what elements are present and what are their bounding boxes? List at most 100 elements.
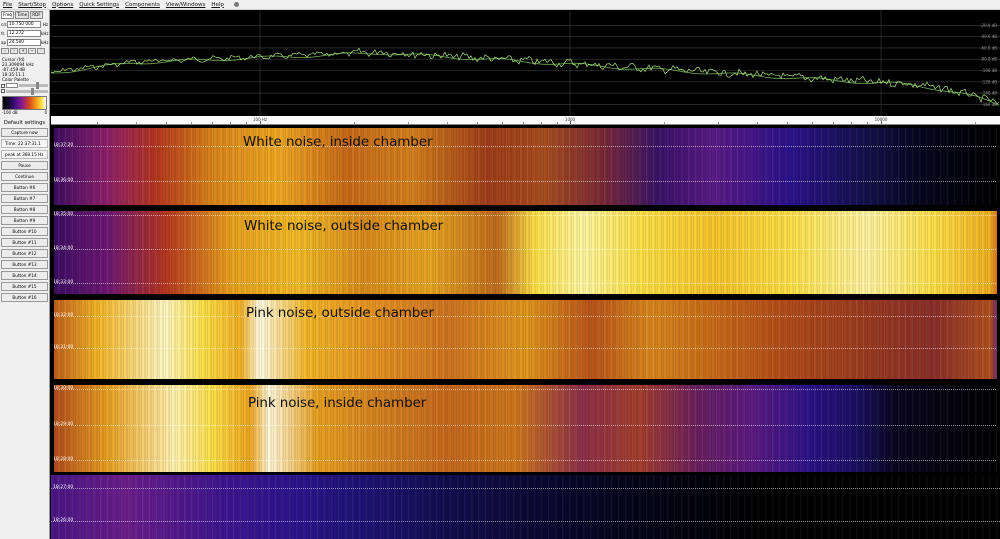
axis-minor-tick — [540, 122, 542, 124]
band-annotation-title: Pink noise, inside chamber — [248, 395, 427, 411]
axis-minor-tick — [812, 122, 813, 124]
time-display: Time: 22:37:31.1 — [1, 139, 48, 148]
step-left-icon[interactable]: ‹ — [1, 48, 9, 54]
reset-icon[interactable]: · — [37, 48, 45, 54]
band-annotation-title: White noise, inside chamber — [243, 134, 433, 150]
axis-minor-tick — [850, 122, 852, 124]
timestamp-label: 18:35:00 — [53, 212, 74, 217]
palette-max-label: 0 — [44, 110, 47, 115]
timestamp-line — [51, 348, 1000, 349]
menu-file[interactable]: File — [3, 2, 12, 8]
ap-unit: kHz — [41, 40, 49, 45]
tab-rdf[interactable]: RDF — [30, 11, 43, 19]
sidebar: Freq Time RDF c/s 10.750 000 Hz fs 12.27… — [0, 10, 50, 539]
user-buttons: Pause Continue Button #6 Button #7 Button #8… — [0, 161, 49, 302]
center-freq-unit: Hz — [42, 22, 48, 27]
sidebar-button-11[interactable]: Button #14 — [1, 271, 48, 280]
axis-minor-tick — [787, 122, 789, 124]
axis-minor-tick — [974, 122, 976, 124]
timestamp-label: 18:28:00 — [53, 457, 74, 462]
sidebar-button-1[interactable]: Pause — [1, 161, 48, 170]
waterfall-band-5: 18:27:00 18:26:00 — [51, 475, 1000, 539]
timestamp-label: 18:30:00 — [53, 386, 74, 391]
axis-minor-tick — [191, 122, 192, 124]
db-label: -60.0 dB — [980, 45, 997, 50]
zoom-in-icon[interactable]: + — [19, 48, 27, 54]
step-right-icon[interactable]: › — [10, 48, 18, 54]
sidebar-button-6[interactable]: Button #9 — [1, 216, 48, 225]
axis-minor-tick — [136, 122, 138, 124]
sidebar-button-8[interactable]: Button #11 — [1, 238, 48, 247]
frequency-axis: 100 Hz 1000 10000 — [51, 116, 1000, 125]
span-row: fs 12.272 kHz — [1, 30, 48, 37]
palette-checkbox[interactable] — [1, 83, 5, 88]
spectrum-graph[interactable]: -20.0 dB -40.0 dB -60.0 dB -80.0 dB -100 dB -… — [51, 10, 1000, 116]
timestamp-label: 18:29:00 — [53, 422, 74, 427]
db-labels: -20.0 dB -40.0 dB -60.0 dB -80.0 dB -100 dB -… — [980, 23, 997, 107]
mode-tabs: Freq Time RDF — [1, 11, 48, 19]
axis-minor-tick — [502, 122, 503, 124]
slider-knob[interactable] — [36, 82, 40, 89]
band-annotation-title: Pink noise, outside chamber — [246, 305, 434, 321]
zoom-out-icon[interactable]: − — [28, 48, 36, 54]
axis-freq-label: 1000 — [564, 117, 576, 122]
menu-bar: File Start/Stop Options Quick Settings C… — [0, 0, 1000, 10]
timestamp-line — [51, 215, 1000, 216]
ap-field[interactable]: 24.500 — [7, 39, 41, 46]
spectrum-trace — [51, 47, 1000, 105]
palette-select[interactable] — [6, 83, 18, 88]
tab-time[interactable]: Time — [14, 11, 30, 19]
sidebar-button-2[interactable]: Continue — [1, 172, 48, 181]
timestamp-label: 18:27:00 — [53, 485, 74, 490]
timestamp-label: 18:33:00 — [53, 280, 74, 285]
menu-start-stop[interactable]: Start/Stop — [18, 2, 46, 8]
center-freq-field[interactable]: 10.750 000 — [7, 21, 41, 28]
sidebar-button-4[interactable]: Button #7 — [1, 194, 48, 203]
palette-scale: -100 dB 0 — [2, 110, 47, 115]
axis-freq-label: 100 Hz — [252, 117, 268, 122]
waterfall-display[interactable]: 18:37:20 18:36:00 White noise, inside cham… — [51, 125, 1000, 539]
sidebar-button-13[interactable]: Button #16 — [1, 293, 48, 302]
sidebar-button-3[interactable]: Button #6 — [1, 183, 48, 192]
sidebar-button-7[interactable]: Button #10 — [1, 227, 48, 236]
timestamp-line — [51, 146, 1000, 147]
menu-view-windows[interactable]: View/Windows — [166, 2, 205, 8]
axis-minor-tick — [866, 122, 868, 124]
waterfall-band-3: 18:32:00 18:31:00 — [51, 297, 1000, 382]
sidebar-button-10[interactable]: Button #13 — [1, 260, 48, 269]
timestamp-label: 18:36:00 — [53, 178, 74, 183]
axis-minor-tick — [97, 122, 99, 124]
timestamp-line — [51, 283, 1000, 284]
axis-minor-tick — [166, 122, 168, 124]
menu-help[interactable]: Help — [211, 2, 224, 8]
palette-checkbox-2[interactable] — [1, 89, 5, 93]
palette-slider-2[interactable] — [6, 87, 48, 95]
axis-minor-tick — [663, 122, 665, 124]
sidebar-button-12[interactable]: Button #15 — [1, 282, 48, 291]
timestamp-line — [51, 316, 1000, 317]
sidebar-button-5[interactable]: Button #8 — [1, 205, 48, 214]
palette-controls-2 — [1, 87, 48, 95]
menu-components[interactable]: Components — [125, 2, 160, 8]
menu-options[interactable]: Options — [52, 2, 73, 8]
timestamp-label: 18:34:00 — [53, 246, 74, 251]
cursor-info: Cursor (fd) 23.309094 kHz -87.459 dB 18:… — [2, 57, 48, 82]
sidebar-button-9[interactable]: Button #12 — [1, 249, 48, 258]
nav-buttons: ‹ › + − · — [1, 48, 48, 54]
axis-minor-tick — [211, 122, 213, 124]
span-field[interactable]: 12.272 — [7, 30, 41, 37]
waterfall-band-1: 18:37:20 18:36:00 — [51, 125, 1000, 208]
peak-display: peak at 368.15 Hz — [1, 150, 48, 159]
axis-minor-tick — [447, 122, 449, 124]
slider-knob-2[interactable] — [31, 87, 35, 95]
palette-min-label: -100 dB — [2, 110, 18, 115]
timestamp-label: 18:26:00 — [53, 518, 74, 523]
db-label: -120 dB — [981, 79, 997, 84]
capture-now-button[interactable]: Capture now — [1, 128, 48, 137]
timestamp-line — [51, 249, 1000, 250]
axis-minor-tick — [757, 122, 759, 124]
menu-quick-settings[interactable]: Quick Settings — [79, 2, 119, 8]
tab-freq[interactable]: Freq — [1, 11, 14, 19]
color-palette-bar — [2, 96, 47, 110]
spectrum-grid — [51, 10, 1000, 116]
